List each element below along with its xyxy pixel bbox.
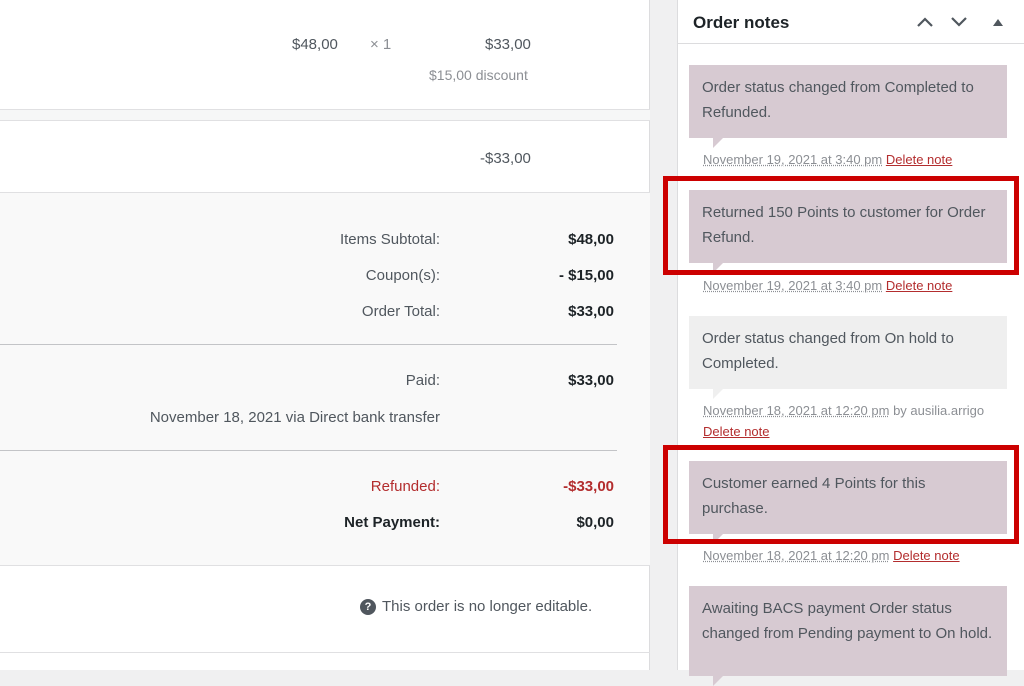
note-timestamp: November 19, 2021 at 3:40 pm [703,152,883,167]
delete-note-link[interactable]: Delete note [703,424,770,439]
order-total-label: Order Total: [361,303,440,320]
items-subtotal-label: Items Subtotal: [339,231,440,248]
note-meta: November 18, 2021 at 12:20 pm by ausilia… [703,400,1013,442]
divider [0,652,650,653]
line-item-total: $33,00 [485,36,531,53]
delete-note-link[interactable]: Delete note [893,548,960,563]
toggle-arrow-icon[interactable] [986,10,1010,34]
divider [0,450,617,451]
divider [0,120,650,121]
divider [0,344,617,345]
items-subtotal-value: $48,00 [568,231,614,248]
refunded-label: Refunded: [370,478,440,495]
line-item-cost: $48,00 [292,36,338,53]
paid-detail: November 18, 2021 via Direct bank transf… [149,409,440,426]
coupons-label: Coupon(s): [365,267,440,284]
note-author: by ausilia.arrigo [893,403,985,418]
chevron-down-icon[interactable] [947,10,971,34]
totals-area [0,193,650,565]
note-meta: November 19, 2021 at 3:40 pm Delete note [703,149,1013,170]
note-text: Order status changed from On hold to Com… [702,330,954,372]
coupons-value: - $15,00 [558,267,614,284]
divider [0,565,650,566]
refund-line-amount: -$33,00 [480,150,531,167]
column-gap [651,0,677,670]
refunded-value: -$33,00 [563,478,614,495]
note-timestamp: November 18, 2021 at 12:20 pm [703,548,890,563]
divider-band [0,110,650,120]
help-icon[interactable]: ? [360,599,376,615]
note-text: Awaiting BACS payment Order status chang… [702,600,993,642]
notes-title: Order notes [693,13,790,32]
not-editable-message: This order is no longer editable. [382,598,593,615]
order-total-value: $33,00 [568,303,614,320]
order-notes-panel: Order notes Order status changed from Co… [677,0,1024,686]
line-item-discount: $15,00 discount [429,67,528,83]
paid-label: Paid: [405,372,440,389]
delete-note-link[interactable]: Delete note [886,278,953,293]
highlight-box [663,176,1019,275]
note-meta: November 18, 2021 at 12:20 pm Delete not… [703,545,1013,566]
order-note: Awaiting BACS payment Order status chang… [689,586,1007,686]
note-meta: November 19, 2021 at 3:40 pm Delete note [703,275,1013,296]
chevron-up-icon[interactable] [913,10,937,34]
line-item-qty: × 1 [370,36,392,53]
notes-header: Order notes [678,0,1024,44]
note-text: Order status changed from Completed to R… [702,79,974,121]
order-items-panel: $48,00 × 1 $33,00 $15,00 discount -$33,0… [0,0,650,670]
highlight-box [663,445,1019,544]
net-payment-label: Net Payment: [344,514,440,531]
note-timestamp: November 19, 2021 at 3:40 pm [703,278,883,293]
order-note: Order status changed from On hold to Com… [689,316,1007,399]
note-timestamp: November 18, 2021 at 12:20 pm [703,403,890,418]
paid-value: $33,00 [568,372,614,389]
net-payment-value: $0,00 [576,514,614,531]
order-note: Order status changed from Completed to R… [689,65,1007,148]
delete-note-link[interactable]: Delete note [886,152,953,167]
